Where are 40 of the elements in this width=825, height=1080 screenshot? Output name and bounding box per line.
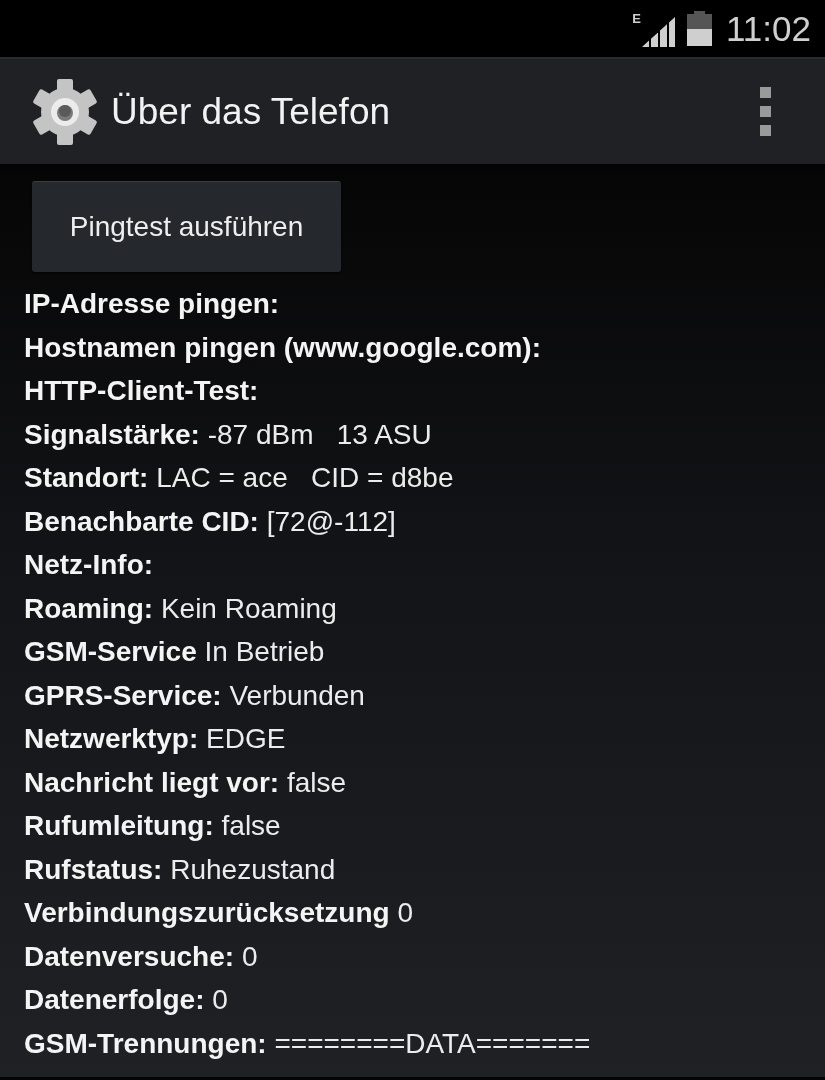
info-label: Datenerfolge: <box>24 984 205 1015</box>
info-value: [72@-112] <box>266 505 396 537</box>
info-label: Benachbarte CID: <box>24 505 259 537</box>
info-label: Verbindungszurücksetzung <box>24 897 390 928</box>
info-value: false <box>221 810 281 841</box>
info-label: GSM-Service <box>24 636 197 667</box>
ping-test-button[interactable]: Pingtest ausführen <box>32 181 341 272</box>
info-value: -87 dBm 13 ASU <box>207 418 432 450</box>
battery-icon <box>687 11 712 46</box>
info-label: Hostnamen pingen (www.google.com): <box>24 331 541 363</box>
info-value: LAC = ace CID = d8be <box>156 462 454 493</box>
info-label: IP-Adresse pingen: <box>24 288 280 319</box>
info-label: Nachricht liegt vor: <box>24 766 280 798</box>
network-type-label: E <box>632 11 641 26</box>
clock-time: 11:02 <box>726 8 811 49</box>
info-label: Netzwerktyp: <box>24 723 199 754</box>
info-value: 0 <box>212 984 228 1015</box>
info-value: Verbunden <box>229 679 365 711</box>
info-label: GPRS-Service: <box>24 679 222 711</box>
info-value: EDGE <box>206 723 286 754</box>
info-value: 0 <box>397 897 413 928</box>
screen-title: Über das Telefon <box>111 90 391 133</box>
info-label: Roaming: <box>24 592 154 624</box>
info-value: In Betrieb <box>204 636 325 667</box>
signal-icon <box>642 16 675 47</box>
settings-icon[interactable] <box>32 78 98 145</box>
info-label: Rufstatus: <box>24 853 163 885</box>
info-label: GSM-Trennungen: <box>24 1027 267 1059</box>
info-value: Ruhezustand <box>170 853 336 885</box>
info-value: ========DATA======= <box>274 1027 591 1059</box>
overflow-menu-icon[interactable] <box>760 87 771 136</box>
info-label: Rufumleitung: <box>24 810 214 841</box>
info-label: HTTP-Client-Test: <box>24 375 259 406</box>
info-value: Kein Roaming <box>160 592 337 624</box>
info-value: false <box>286 766 347 798</box>
info-label: Datenversuche: <box>24 940 235 972</box>
info-label: Standort: <box>24 462 149 493</box>
info-label: Netz-Info: <box>24 549 154 580</box>
info-value: 0 <box>241 940 258 972</box>
info-label: Signalstärke: <box>24 418 200 450</box>
